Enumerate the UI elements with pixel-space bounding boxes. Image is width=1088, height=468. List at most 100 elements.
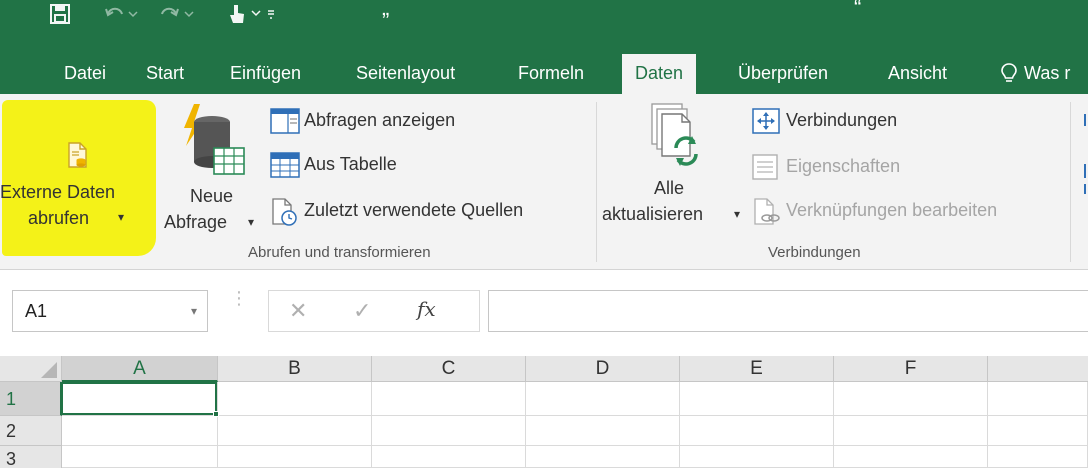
cell-e3[interactable]: [680, 446, 834, 468]
chevron-down-icon: ▾: [118, 210, 125, 224]
enter-icon[interactable]: ✓: [353, 298, 371, 324]
cell-d2[interactable]: [526, 416, 680, 446]
cancel-icon[interactable]: ✕: [289, 298, 307, 324]
tab-seitenlayout[interactable]: Seitenlayout: [354, 52, 457, 94]
new-query-icon: [176, 102, 248, 185]
select-all-button[interactable]: [0, 356, 62, 382]
cell-f2[interactable]: [834, 416, 988, 446]
save-icon[interactable]: [50, 0, 70, 28]
title-quote-open: „: [382, 0, 390, 20]
fill-handle[interactable]: [213, 411, 219, 417]
touch-mode-icon[interactable]: [228, 0, 278, 28]
recent-sources-button[interactable]: Zuletzt verwendete Quellen: [270, 198, 588, 228]
refresh-all-button[interactable]: Alle aktualisieren ▾: [600, 102, 746, 252]
ribbon-daten: Externe Daten abrufen ▾ Neue Abfrage ▾ A…: [0, 94, 1088, 270]
refresh-all-label-2: aktualisieren: [602, 204, 704, 224]
ribbon-tabs: Datei Start Einfügen Seitenlayout Formel…: [0, 52, 1088, 94]
external-data-label-2: abrufen: [28, 208, 90, 228]
properties-label: Eigenschaften: [786, 156, 901, 176]
edit-links-icon: [754, 198, 780, 225]
show-queries-button[interactable]: Abfragen anzeigen: [270, 108, 510, 138]
column-header-d[interactable]: D: [526, 356, 680, 382]
formula-bar: A1 ▾ ⋮ ✕ ✓ fx: [0, 270, 1088, 360]
from-table-label: Aus Tabelle: [304, 154, 397, 174]
cell-d1[interactable]: [526, 382, 680, 416]
cell-b3[interactable]: [218, 446, 372, 468]
column-header-f[interactable]: F: [834, 356, 988, 382]
new-query-button[interactable]: Neue Abfrage ▾: [160, 102, 264, 252]
cell-f1[interactable]: [834, 382, 988, 416]
tab-datei[interactable]: Datei: [62, 52, 108, 94]
queries-icon: [270, 108, 300, 134]
external-data-label-1: Externe Daten: [0, 182, 116, 202]
external-data-icon: [66, 142, 88, 173]
group-separator: [1070, 102, 1071, 262]
cell-g3[interactable]: [988, 446, 1088, 468]
connections-label: Verbindungen: [786, 110, 898, 130]
cell-c1[interactable]: [372, 382, 526, 416]
formula-buttons: ✕ ✓ fx: [268, 290, 480, 332]
row-header-3[interactable]: 3: [0, 446, 62, 468]
formula-bar-resize-handle[interactable]: ⋮: [230, 289, 248, 307]
row-header-2[interactable]: 2: [0, 416, 62, 446]
group-label-connections: Verbindungen: [768, 244, 861, 261]
cell-c3[interactable]: [372, 446, 526, 468]
cell-a2[interactable]: [62, 416, 218, 446]
connections-icon: [752, 108, 780, 134]
recent-sources-label: Zuletzt verwendete Quellen: [304, 200, 524, 220]
cell-e1[interactable]: [680, 382, 834, 416]
column-header-e[interactable]: E: [680, 356, 834, 382]
chevron-down-icon[interactable]: ▾: [191, 304, 197, 318]
undo-icon[interactable]: [104, 0, 138, 28]
tab-start[interactable]: Start: [144, 52, 186, 94]
tab-daten[interactable]: Daten: [622, 54, 697, 94]
edit-links-label: Verknüpfungen bearbeiten: [786, 200, 998, 220]
new-query-label-2: Abfrage: [164, 212, 228, 232]
cell-f3[interactable]: [834, 446, 988, 468]
cell-g1[interactable]: [988, 382, 1088, 416]
refresh-all-icon: [648, 102, 708, 179]
refresh-all-label-1: Alle: [654, 178, 685, 198]
edit-links-button: Verknüpfungen bearbeiten: [752, 198, 1062, 228]
column-header-a[interactable]: A: [62, 356, 218, 382]
cell-b1[interactable]: [218, 382, 372, 416]
properties-icon: [752, 154, 778, 180]
formula-input[interactable]: [488, 290, 1088, 332]
tell-me-search[interactable]: Was r: [1000, 52, 1070, 94]
cell-b2[interactable]: [218, 416, 372, 446]
column-header-c[interactable]: C: [372, 356, 526, 382]
name-box[interactable]: A1 ▾: [12, 290, 208, 332]
cell-c2[interactable]: [372, 416, 526, 446]
redo-icon[interactable]: [160, 0, 194, 28]
column-header-b[interactable]: B: [218, 356, 372, 382]
column-header-g[interactable]: G: [988, 356, 1088, 382]
from-table-button[interactable]: Aus Tabelle: [270, 152, 430, 182]
group-separator: [596, 102, 597, 262]
external-data-button[interactable]: Externe Daten abrufen ▾: [0, 102, 156, 252]
cell-a3[interactable]: [62, 446, 218, 468]
title-quote-close: “: [854, 0, 862, 20]
tab-ueberpruefen[interactable]: Überprüfen: [736, 52, 830, 94]
insert-function-icon[interactable]: fx: [417, 297, 436, 321]
active-cell-border: [61, 382, 219, 417]
tab-einfuegen[interactable]: Einfügen: [228, 52, 303, 94]
tab-ansicht[interactable]: Ansicht: [886, 52, 949, 94]
properties-button: Eigenschaften: [752, 154, 942, 184]
quick-access-toolbar: „ “: [0, 0, 1088, 52]
table-icon: [270, 152, 300, 178]
cell-d3[interactable]: [526, 446, 680, 468]
row-header-1[interactable]: 1: [0, 382, 62, 416]
chevron-down-icon: ▾: [734, 207, 741, 221]
group-label-get-transform: Abrufen und transformieren: [248, 244, 431, 261]
cell-g2[interactable]: [988, 416, 1088, 446]
connections-button[interactable]: Verbindungen: [752, 108, 942, 138]
cell-e2[interactable]: [680, 416, 834, 446]
chevron-down-icon: ▾: [248, 215, 255, 229]
show-queries-label: Abfragen anzeigen: [304, 110, 456, 130]
sort-az-icon-partial[interactable]: [1082, 114, 1088, 194]
new-query-label-1: Neue: [190, 186, 234, 206]
recent-sources-icon: [272, 198, 297, 226]
tell-me-label: Was r: [1024, 62, 1071, 83]
tab-formeln[interactable]: Formeln: [516, 52, 586, 94]
name-box-value: A1: [25, 301, 48, 321]
